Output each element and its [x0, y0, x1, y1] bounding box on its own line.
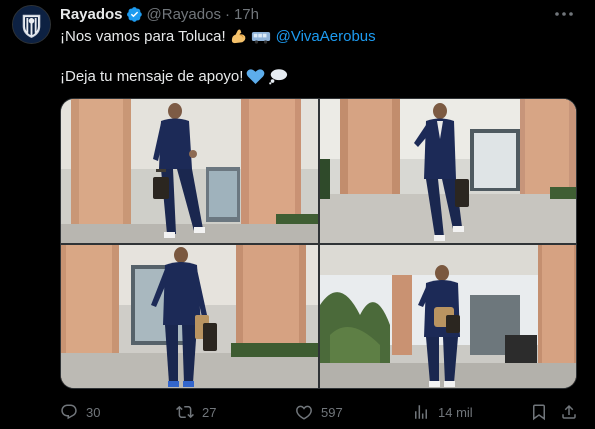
reply-icon — [61, 404, 77, 420]
more-options-icon[interactable] — [553, 4, 575, 24]
photo-3[interactable] — [61, 245, 318, 388]
tweet-text: ¡Nos vamos para Toluca! — [60, 27, 226, 45]
flexed-biceps-emoji — [229, 27, 248, 46]
like-count: 597 — [321, 404, 343, 420]
share-button[interactable] — [560, 401, 578, 423]
like-button[interactable]: 597 — [295, 401, 343, 423]
media-grid — [60, 98, 577, 389]
author-handle[interactable]: @Rayados — [147, 6, 221, 23]
reply-count: 30 — [86, 404, 101, 420]
mention-link[interactable]: @VivaAerobus — [276, 28, 376, 45]
share-icon — [562, 404, 576, 419]
tweet[interactable]: Rayados @Rayados · 17h ¡Nos vamos para T… — [0, 0, 595, 429]
repost-count: 27 — [202, 404, 217, 420]
tweet-actions-bar: 30 27 597 14 mil — [60, 401, 580, 423]
tweet-text-line-2: ¡Deja tu mensaje de apoyo! — [60, 66, 288, 86]
tweet-header: Rayados @Rayados · 17h — [60, 4, 259, 24]
bookmark-button[interactable] — [530, 401, 548, 423]
views-count: 14 mil — [438, 404, 473, 420]
heart-icon — [296, 405, 312, 420]
views-button[interactable]: 14 mil — [412, 401, 473, 423]
verified-badge-icon — [126, 6, 143, 23]
repost-button[interactable]: 27 — [176, 401, 216, 423]
reply-button[interactable]: 30 — [60, 401, 100, 423]
avatar[interactable] — [12, 5, 51, 44]
thought-balloon-emoji — [268, 68, 288, 85]
photo-1[interactable] — [61, 99, 318, 243]
photo-2[interactable] — [320, 99, 576, 243]
rayados-crest-logo — [13, 6, 50, 43]
bookmark-icon — [533, 404, 545, 421]
tweet-text: ¡Deja tu mensaje de apoyo! — [60, 67, 244, 85]
author-name[interactable]: Rayados — [60, 6, 123, 23]
bus-emoji — [251, 28, 271, 45]
blue-heart-emoji — [246, 68, 265, 85]
tweet-text-line-1: ¡Nos vamos para Toluca! @VivaAerobus — [60, 26, 376, 46]
separator-dot: · — [224, 5, 230, 23]
photo-4[interactable] — [320, 245, 576, 388]
views-chart-icon — [415, 405, 427, 419]
repost-icon — [176, 405, 194, 419]
timestamp[interactable]: 17h — [234, 6, 259, 23]
